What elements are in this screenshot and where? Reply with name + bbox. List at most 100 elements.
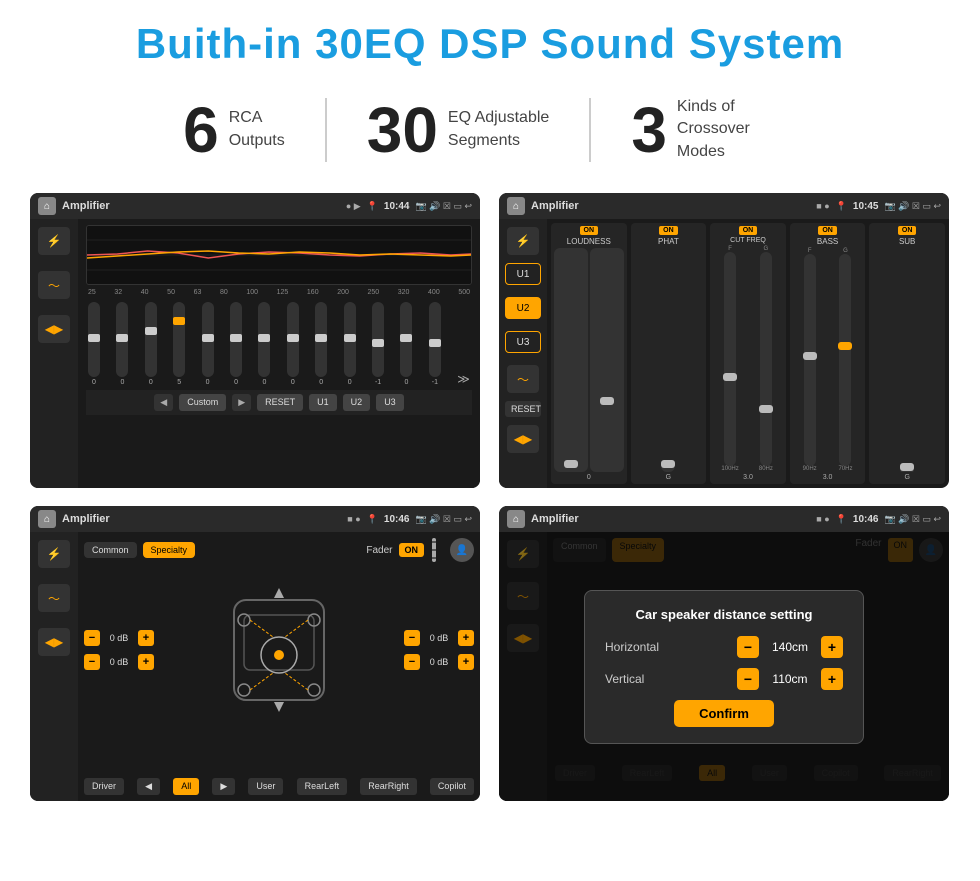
screen1-app-title: Amplifier bbox=[62, 200, 340, 212]
vertical-minus-btn[interactable]: − bbox=[737, 668, 759, 690]
eq-slider-3[interactable]: 5 bbox=[173, 302, 185, 386]
eq-slider-6[interactable]: 0 bbox=[258, 302, 270, 386]
right-bottom-plus-btn[interactable]: + bbox=[458, 654, 474, 670]
left-top-plus-btn[interactable]: + bbox=[138, 630, 154, 646]
eq-slider-5[interactable]: 0 bbox=[230, 302, 242, 386]
screen1-pin: 📍 bbox=[367, 201, 378, 212]
rearight-btn[interactable]: RearRight bbox=[360, 778, 417, 795]
eq-slider-12[interactable]: -1 bbox=[429, 302, 441, 386]
eq-slider-2[interactable]: 0 bbox=[145, 302, 157, 386]
eq-wave-btn[interactable]: 〜 bbox=[38, 271, 70, 299]
eq-prev-button[interactable]: ◀ bbox=[154, 394, 173, 411]
left-bottom-plus-btn[interactable]: + bbox=[138, 654, 154, 670]
fader-speaker-icon: ◀▶ bbox=[45, 635, 63, 649]
eq-sliders: 0 0 0 5 bbox=[86, 300, 472, 390]
dsp-u3-preset[interactable]: U3 bbox=[505, 331, 541, 353]
screen-dsp: ⌂ Amplifier ■ ● 📍 10:45 📷 🔊 ☒ ▭ ↩ ⚡ U1 U… bbox=[499, 193, 949, 488]
loudness-on-badge: ON bbox=[580, 226, 599, 235]
eq-slider-0[interactable]: 0 bbox=[88, 302, 100, 386]
right-arrow-btn[interactable]: ▶ bbox=[212, 778, 235, 795]
screen1-bullet: ● ▶ bbox=[346, 201, 361, 212]
stat-rca: 6 RCA Outputs bbox=[143, 98, 327, 162]
fader-wave-btn[interactable]: 〜 bbox=[38, 584, 70, 612]
dsp-speaker-btn[interactable]: ◀▶ bbox=[507, 425, 539, 453]
stat-desc-rca-1: RCA bbox=[229, 107, 285, 129]
horizontal-minus-btn[interactable]: − bbox=[737, 636, 759, 658]
screen2-dsp-main: ON LOUDNESS 0 bbox=[547, 219, 949, 488]
dsp-wave-btn[interactable]: 〜 bbox=[507, 365, 539, 393]
horizontal-label: Horizontal bbox=[605, 640, 659, 654]
cutfreq-slider-f[interactable] bbox=[724, 252, 736, 466]
horizontal-ctrl: − 140cm + bbox=[737, 636, 843, 658]
all-btn[interactable]: All bbox=[173, 778, 199, 795]
confirm-button[interactable]: Confirm bbox=[674, 700, 774, 727]
fader-specialty-btn[interactable]: Specialty bbox=[143, 542, 196, 558]
screen3-app-title: Amplifier bbox=[62, 513, 341, 525]
eq-next-button[interactable]: ▶ bbox=[232, 394, 251, 411]
left-top-minus-btn[interactable]: − bbox=[84, 630, 100, 646]
right-top-plus-btn[interactable]: + bbox=[458, 630, 474, 646]
user-btn[interactable]: User bbox=[248, 778, 283, 795]
eq-graph bbox=[86, 225, 472, 285]
dsp-channel-loudness: ON LOUDNESS 0 bbox=[551, 223, 627, 484]
screen4-icons: ■ ● bbox=[816, 514, 829, 524]
phat-value: G bbox=[666, 474, 671, 481]
sub-slider[interactable] bbox=[900, 468, 914, 472]
eq-slider-next[interactable]: ≫ bbox=[457, 372, 470, 386]
right-top-minus-btn[interactable]: − bbox=[404, 630, 420, 646]
left-bottom-minus-btn[interactable]: − bbox=[84, 654, 100, 670]
loudness-slider-2[interactable] bbox=[590, 248, 624, 472]
dsp-u1-preset[interactable]: U1 bbox=[505, 263, 541, 285]
dsp-filter-btn[interactable]: ⚡ bbox=[507, 227, 539, 255]
eq-slider-7[interactable]: 0 bbox=[287, 302, 299, 386]
screen3-controls: 📷 🔊 ☒ ▭ ↩ bbox=[415, 514, 472, 525]
sub-on-badge: ON bbox=[898, 226, 917, 235]
dsp-channel-sub: ON SUB G bbox=[869, 223, 945, 484]
fader-speaker-btn[interactable]: ◀▶ bbox=[38, 628, 70, 656]
eq-slider-1[interactable]: 0 bbox=[116, 302, 128, 386]
dialog-title: Car speaker distance setting bbox=[605, 607, 843, 622]
dialog-overlay: Car speaker distance setting Horizontal … bbox=[499, 532, 949, 801]
right-bottom-minus-btn[interactable]: − bbox=[404, 654, 420, 670]
driver-btn[interactable]: Driver bbox=[84, 778, 124, 795]
fader-filter-icon: ⚡ bbox=[47, 547, 62, 561]
rearleft-btn[interactable]: RearLeft bbox=[297, 778, 348, 795]
eq-slider-10[interactable]: -1 bbox=[372, 302, 384, 386]
bass-slider-g[interactable] bbox=[839, 254, 851, 466]
vertical-plus-btn[interactable]: + bbox=[821, 668, 843, 690]
eq-speaker-btn[interactable]: ◀▶ bbox=[38, 315, 70, 343]
fader-on-toggle[interactable]: ON bbox=[399, 543, 425, 557]
eq-slider-8[interactable]: 0 bbox=[315, 302, 327, 386]
dsp-reset-button[interactable]: RESET bbox=[505, 401, 541, 417]
phat-slider[interactable] bbox=[661, 460, 675, 472]
cutfreq-slider-g[interactable] bbox=[760, 252, 772, 466]
bass-slider-f[interactable] bbox=[804, 254, 816, 466]
eq-u3-button[interactable]: U3 bbox=[376, 394, 404, 411]
eq-freq-labels: 25 32 40 50 63 80 100 125 160 200 250 32… bbox=[86, 289, 472, 296]
left-arrow-btn[interactable]: ◀ bbox=[137, 778, 160, 795]
horizontal-plus-btn[interactable]: + bbox=[821, 636, 843, 658]
screen1-body: ⚡ 〜 ◀▶ bbox=[30, 219, 480, 488]
dsp-u2-preset[interactable]: U2 bbox=[505, 297, 541, 319]
eq-u2-button[interactable]: U2 bbox=[343, 394, 371, 411]
eq-custom-button[interactable]: Custom bbox=[179, 394, 226, 411]
eq-slider-11[interactable]: 0 bbox=[400, 302, 412, 386]
vertical-row: Vertical − 110cm + bbox=[605, 668, 843, 690]
loudness-slider-1[interactable] bbox=[554, 248, 588, 472]
left-bottom-db: − 0 dB + bbox=[84, 654, 154, 670]
cutfreq-name: CUT FREQ bbox=[730, 237, 766, 244]
fader-settings-icon[interactable]: 👤 bbox=[450, 538, 474, 562]
eq-slider-4[interactable]: 0 bbox=[202, 302, 214, 386]
eq-u1-button[interactable]: U1 bbox=[309, 394, 337, 411]
screen2-pin: 📍 bbox=[836, 201, 847, 212]
dsp-filter-icon: ⚡ bbox=[516, 234, 531, 248]
screen3-icons: ■ ● bbox=[347, 514, 360, 524]
screen-eq: ⌂ Amplifier ● ▶ 📍 10:44 📷 🔊 ☒ ▭ ↩ ⚡ 〜 ◀▶ bbox=[30, 193, 480, 488]
eq-reset-button[interactable]: RESET bbox=[257, 394, 303, 411]
fader-common-btn[interactable]: Common bbox=[84, 542, 137, 558]
stat-desc-crossover-2: Crossover Modes bbox=[677, 118, 797, 163]
copilot-btn[interactable]: Copilot bbox=[430, 778, 474, 795]
fader-filter-btn[interactable]: ⚡ bbox=[38, 540, 70, 568]
eq-filter-btn[interactable]: ⚡ bbox=[38, 227, 70, 255]
eq-slider-9[interactable]: 0 bbox=[344, 302, 356, 386]
